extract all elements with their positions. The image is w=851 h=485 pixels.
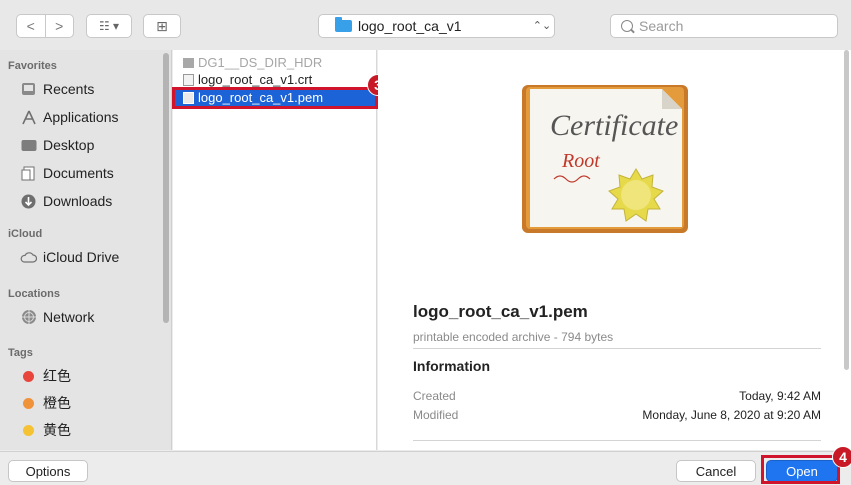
sidebar-scrollbar[interactable] [163, 53, 169, 323]
preview-scrollbar[interactable] [844, 50, 849, 370]
red-tag-dot-icon [23, 370, 34, 382]
created-label: Created [413, 389, 456, 403]
sidebar-item-label: Documents [43, 165, 114, 181]
sidebar-item-label: 橙色 [43, 395, 71, 411]
sidebar-item-label: Recents [43, 81, 95, 97]
sidebar-item-tag-red[interactable]: 红色 [20, 365, 71, 387]
updown-chevron-icon: ⌃⌄ [532, 19, 552, 32]
search-icon [621, 20, 633, 32]
bottom-bar: Options Cancel Open [0, 451, 851, 485]
sidebar-item-label: Downloads [43, 193, 113, 209]
tags-heading: Tags [8, 347, 33, 359]
icloud-heading: iCloud [8, 228, 43, 240]
sidebar-item-label: 红色 [43, 368, 71, 384]
folder-icon [183, 57, 194, 68]
forward-chevron-icon: > [55, 18, 64, 34]
applications-icon [20, 110, 37, 124]
yellow-tag-dot-icon [23, 424, 34, 436]
new-folder-icon: ⊞ [156, 17, 168, 34]
information-heading: Information [413, 358, 490, 374]
sidebar-item-label: 黄色 [43, 422, 71, 438]
created-row: Created Today, 9:42 AM [413, 389, 821, 403]
cancel-button[interactable]: Cancel [676, 460, 756, 482]
search-field[interactable]: Search [610, 14, 838, 38]
view-mode-button[interactable]: ☷ ▾ [86, 14, 132, 38]
downloads-icon [20, 194, 37, 208]
annotation-step-4-badge: 4 [832, 446, 851, 468]
cloud-icon [20, 250, 37, 264]
options-button[interactable]: Options [8, 460, 88, 482]
folder-icon [335, 17, 352, 32]
sidebar-item-network[interactable]: Network [20, 306, 94, 328]
file-row-crt[interactable]: logo_root_ca_v1.crt [173, 71, 377, 88]
modified-row: Modified Monday, June 8, 2020 at 9:20 AM [413, 408, 821, 422]
sidebar-item-desktop[interactable]: Desktop [20, 134, 94, 156]
sidebar-item-label: iCloud Drive [43, 249, 120, 265]
file-name: DG1__DS_DIR_HDR [198, 55, 323, 70]
divider [413, 440, 821, 441]
back-button[interactable]: < [17, 15, 45, 37]
certificate-sub: Root [561, 150, 600, 172]
sidebar-item-icloud-drive[interactable]: iCloud Drive [20, 246, 119, 268]
locations-heading: Locations [8, 288, 60, 300]
sidebar: Favorites Recents Applications Desktop D… [0, 50, 172, 450]
certificate-word: Certificate [550, 109, 678, 142]
sidebar-item-recents[interactable]: Recents [20, 78, 94, 100]
desktop-icon [20, 138, 37, 152]
location-label: logo_root_ca_v1 [358, 18, 462, 34]
sidebar-item-label: Network [43, 309, 95, 325]
back-chevron-icon: < [26, 18, 35, 34]
sidebar-item-label: Applications [43, 109, 119, 125]
certificate-file-icon [183, 73, 194, 86]
divider [413, 348, 821, 349]
search-placeholder: Search [639, 18, 684, 34]
file-browser-column: DG1__DS_DIR_HDR logo_root_ca_v1.crt logo… [173, 50, 377, 450]
sidebar-item-tag-orange[interactable]: 橙色 [20, 392, 71, 414]
preview-filename: logo_root_ca_v1.pem [413, 302, 588, 321]
column-view-icon: ☷ ▾ [98, 19, 120, 33]
forward-button[interactable]: > [44, 15, 74, 37]
annotation-highlight-pem [172, 87, 378, 109]
sidebar-item-tag-yellow[interactable]: 黄色 [20, 419, 71, 441]
navigation-buttons: < > [16, 14, 74, 38]
network-icon [20, 310, 37, 324]
preview-pane: Certificate Root logo_root_ca_v1.pem pri… [378, 50, 851, 450]
new-folder-button[interactable]: ⊞ [143, 14, 181, 38]
recents-icon [20, 82, 37, 96]
file-row-dg1-ds-dir-hdr[interactable]: DG1__DS_DIR_HDR [173, 54, 377, 71]
sidebar-item-documents[interactable]: Documents [20, 162, 114, 184]
preview-kind: printable encoded archive - 794 bytes [413, 330, 614, 344]
orange-tag-dot-icon [23, 397, 34, 409]
created-value: Today, 9:42 AM [739, 389, 821, 403]
toolbar: < > ☷ ▾ ⊞ logo_root_ca_v1 ⌃⌄ Search [0, 0, 851, 50]
certificate-icon: Certificate Root [522, 85, 688, 233]
documents-icon [20, 166, 37, 180]
file-name: logo_root_ca_v1.crt [198, 72, 313, 87]
modified-value: Monday, June 8, 2020 at 9:20 AM [642, 408, 821, 422]
sidebar-item-label: Desktop [43, 137, 95, 153]
modified-label: Modified [413, 408, 459, 422]
annotation-highlight-open [761, 455, 840, 484]
open-file-dialog: < > ☷ ▾ ⊞ logo_root_ca_v1 ⌃⌄ Search Favo… [0, 0, 851, 485]
sidebar-item-applications[interactable]: Applications [20, 106, 119, 128]
favorites-heading: Favorites [8, 60, 57, 72]
sidebar-item-downloads[interactable]: Downloads [20, 190, 112, 212]
location-popup[interactable]: logo_root_ca_v1 ⌃⌄ [318, 14, 555, 38]
